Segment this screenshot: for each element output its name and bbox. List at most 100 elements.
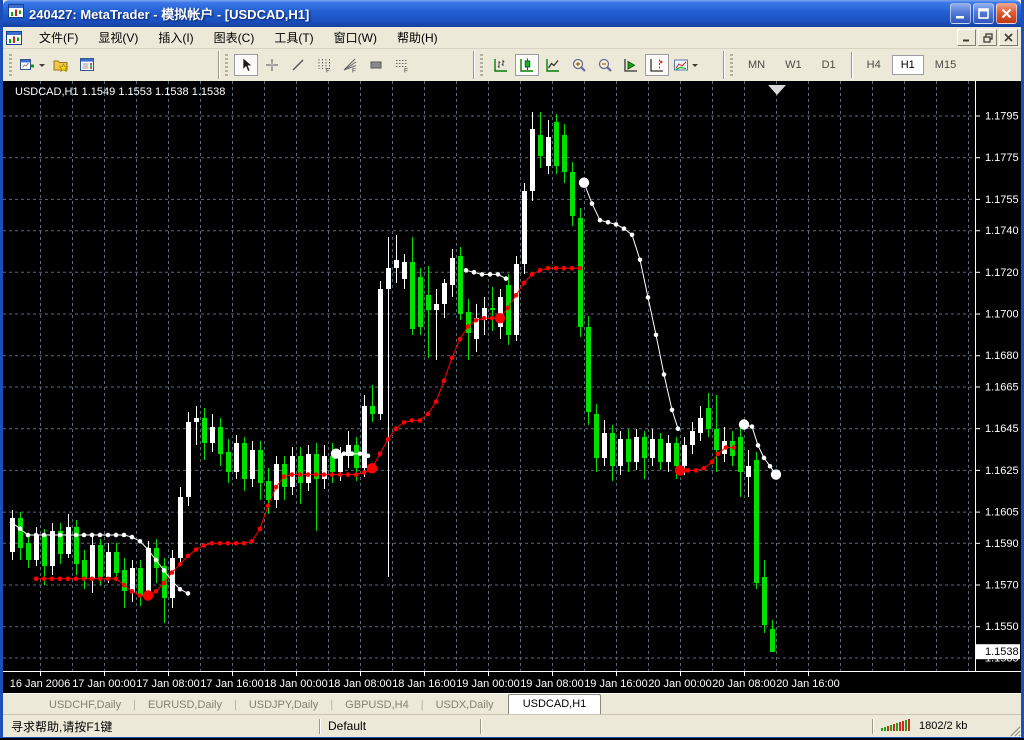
svg-text:F: F <box>404 68 408 74</box>
minimize-button[interactable] <box>950 3 971 24</box>
child-restore-button[interactable] <box>978 29 997 46</box>
price-axis-label: 1.1625 <box>985 465 1019 477</box>
chart-window-icon[interactable] <box>6 30 22 46</box>
price-axis-label: 1.1680 <box>985 350 1019 362</box>
trendline-icon <box>290 57 306 73</box>
price-axis-label: 1.1755 <box>985 194 1019 206</box>
candlestick-chart[interactable]: 1.17951.17751.17551.17401.17201.17001.16… <box>3 81 1021 693</box>
chart-area[interactable]: 1.17951.17751.17551.17401.17201.17001.16… <box>3 81 1021 693</box>
toolbar-standard <box>17 49 100 81</box>
toolbar-button-chart-shift[interactable] <box>645 54 669 76</box>
toolbar-button-rectangle[interactable] <box>364 54 388 76</box>
dropdown-caret-icon <box>692 64 698 70</box>
toolbar-button-new-chart[interactable] <box>18 54 47 76</box>
chart-tab-usdx-daily[interactable]: USDX,Daily <box>424 696 506 714</box>
toolbar-grip[interactable] <box>9 54 12 76</box>
toolbar-button-fibo-fan[interactable]: F <box>338 54 362 76</box>
auto-scroll-icon <box>623 57 639 73</box>
market-watch-icon <box>79 57 95 73</box>
chart-tab-usdjpy-daily[interactable]: USDJPY,Daily <box>237 696 331 714</box>
time-axis-label: 19 Jan 08:00 <box>520 678 584 690</box>
toolbar-button-zoom-in[interactable] <box>567 54 591 76</box>
toolbar-separator <box>218 51 219 79</box>
toolbar-button-bar-chart[interactable] <box>489 54 513 76</box>
rectangle-icon <box>368 57 384 73</box>
toolbar-separator <box>473 51 474 79</box>
toolbar-charts <box>488 49 701 81</box>
toolbar-button-market-watch[interactable] <box>75 54 99 76</box>
main-toolbar: F F F MNW1D1 H4H1M15 <box>3 49 1021 81</box>
svg-text:F: F <box>326 68 330 74</box>
svg-text:1.1538: 1.1538 <box>985 646 1019 658</box>
toolbar-button-indicators[interactable] <box>671 54 700 76</box>
time-axis-label: 19 Jan 00:00 <box>456 678 520 690</box>
resize-grip[interactable] <box>1007 723 1021 737</box>
time-axis-label: 19 Jan 16:00 <box>584 678 648 690</box>
toolbar-button-cursor[interactable] <box>234 54 258 76</box>
price-axis-label: 1.1590 <box>985 538 1019 550</box>
menu-bar: 文件(F)显视(V)插入(I)图表(C)工具(T)窗口(W)帮助(H) <box>3 27 1021 49</box>
toolbar-button-fibo-timezones[interactable]: F <box>312 54 336 76</box>
fibo-timezones-icon: F <box>316 57 332 73</box>
chart-tab-bar: USDCHF,Daily|EURUSD,Daily|USDJPY,Daily|G… <box>3 693 1021 714</box>
price-axis-label: 1.1700 <box>985 309 1019 321</box>
current-price-badge: 1.1538 <box>976 644 1020 659</box>
price-axis-label: 1.1550 <box>985 621 1019 633</box>
toolbar-grip[interactable] <box>225 54 228 76</box>
menu-item-window[interactable]: 窗口(W) <box>324 27 387 48</box>
toolbar-button-candlesticks[interactable] <box>515 54 539 76</box>
toolbar-button-profiles[interactable] <box>49 54 73 76</box>
period-button-W1[interactable]: W1 <box>776 55 811 75</box>
toolbar-button-crosshair[interactable] <box>260 54 284 76</box>
toolbar-grip[interactable] <box>730 54 733 76</box>
chart-tab-gbpusd-h4[interactable]: GBPUSD,H4 <box>333 696 421 714</box>
status-connection: 1802/2 kb <box>873 718 1021 734</box>
child-window-controls <box>957 29 1018 46</box>
child-minimize-button[interactable] <box>957 29 976 46</box>
menu-item-tools[interactable]: 工具(T) <box>264 27 323 48</box>
chart-tab-usdcad-h1[interactable]: USDCAD,H1 <box>508 694 602 714</box>
toolbar-button-line-chart[interactable] <box>541 54 565 76</box>
price-axis-label: 1.1605 <box>985 507 1019 519</box>
menu-item-insert[interactable]: 插入(I) <box>148 27 203 48</box>
connection-signal-icon <box>881 718 913 734</box>
menu-item-file[interactable]: 文件(F) <box>29 27 88 48</box>
new-chart-icon <box>20 57 36 73</box>
maximize-button[interactable] <box>973 3 994 24</box>
period-button-H1[interactable]: H1 <box>892 55 924 75</box>
period-button-M15[interactable]: M15 <box>926 55 965 75</box>
child-close-button[interactable] <box>999 29 1018 46</box>
toolbar-button-auto-scroll[interactable] <box>619 54 643 76</box>
toolbar-separator <box>851 52 852 78</box>
status-profile[interactable]: Default <box>320 719 480 733</box>
time-axis-label: 17 Jan 16:00 <box>200 678 264 690</box>
chart-tab-eurusd-daily[interactable]: EURUSD,Daily <box>136 696 234 714</box>
menu-item-view[interactable]: 显视(V) <box>88 27 148 48</box>
crosshair-icon <box>264 57 280 73</box>
toolbar-button-zoom-out[interactable] <box>593 54 617 76</box>
zoom-out-icon <box>597 57 613 73</box>
svg-text:F: F <box>352 68 356 74</box>
toolbar-periods: MNW1D1 H4H1M15 <box>738 49 966 81</box>
menu-items: 文件(F)显视(V)插入(I)图表(C)工具(T)窗口(W)帮助(H) <box>29 27 448 48</box>
price-axis-label: 1.1570 <box>985 580 1019 592</box>
time-axis-label: 18 Jan 00:00 <box>264 678 328 690</box>
close-button[interactable] <box>996 3 1017 24</box>
status-bar: 寻求帮助,请按F1键 Default 1802/2 kb <box>3 714 1021 737</box>
toolbar-grip[interactable] <box>480 54 483 76</box>
time-axis-label: 20 Jan 16:00 <box>776 678 840 690</box>
fibo-fan-icon: F <box>342 57 358 73</box>
menu-item-charts[interactable]: 图表(C) <box>204 27 265 48</box>
time-axis-label: 17 Jan 08:00 <box>136 678 200 690</box>
chart-tab-usdchf-daily[interactable]: USDCHF,Daily <box>37 696 133 714</box>
period-button-D1[interactable]: D1 <box>813 55 845 75</box>
indicators-icon <box>673 57 689 73</box>
period-button-H4[interactable]: H4 <box>858 55 890 75</box>
period-button-MN[interactable]: MN <box>739 55 774 75</box>
toolbar-button-fibo-retracement[interactable]: F <box>390 54 414 76</box>
price-axis-label: 1.1795 <box>985 111 1019 123</box>
toolbar-separator <box>723 51 724 79</box>
price-axis-label: 1.1645 <box>985 423 1019 435</box>
menu-item-help[interactable]: 帮助(H) <box>387 27 448 48</box>
toolbar-button-trendline[interactable] <box>286 54 310 76</box>
